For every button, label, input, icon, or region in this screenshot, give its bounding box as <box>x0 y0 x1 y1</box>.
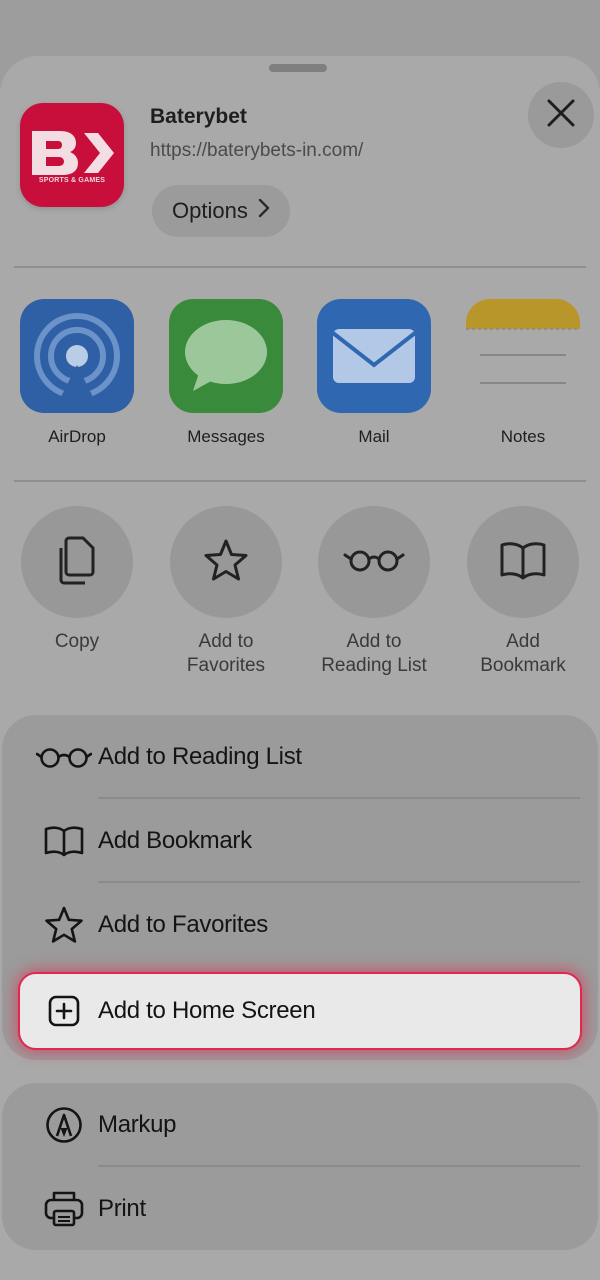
chevron-right-icon <box>258 198 270 224</box>
share-app-messages[interactable]: Messages <box>169 299 283 447</box>
book-icon <box>499 540 547 585</box>
action-label: Copy <box>54 631 100 652</box>
action-add-bookmark[interactable]: Add Bookmark <box>466 506 580 678</box>
menu-item-label: Markup <box>98 1111 177 1138</box>
share-app-label: Messages <box>187 427 265 446</box>
menu-item-add-to-favorites[interactable]: Add to Favorites <box>2 883 598 967</box>
menu-item-label: Print <box>98 1195 146 1222</box>
share-app-airdrop[interactable]: AirDrop <box>20 299 134 447</box>
menu-item-add-to-reading-list[interactable]: Add to Reading List <box>2 715 598 799</box>
menu-item-label: Add to Reading List <box>98 743 302 770</box>
markup-icon <box>40 1083 88 1167</box>
glasses-icon <box>343 547 405 578</box>
action-label: Add to Reading List <box>321 631 427 676</box>
app-icon: SPORTS & GAMES <box>20 103 124 207</box>
app-url: https://baterybets-in.com/ <box>150 140 364 161</box>
glasses-icon <box>34 715 94 799</box>
menu-item-add-bookmark[interactable]: Add Bookmark <box>2 799 598 883</box>
action-add-to-favorites[interactable]: Add to Favorites <box>169 506 283 678</box>
app-icon-caption: SPORTS & GAMES <box>38 177 106 184</box>
messages-icon <box>169 299 283 413</box>
plus-square-icon <box>44 974 84 1048</box>
book-icon <box>40 799 88 883</box>
share-app-mail[interactable]: Mail <box>317 299 431 447</box>
action-label: Add Bookmark <box>480 631 566 676</box>
divider <box>14 266 586 268</box>
app-name: Baterybet <box>150 105 247 128</box>
share-app-label: Mail <box>358 427 390 446</box>
share-app-label: AirDrop <box>48 427 106 446</box>
menu-item-markup[interactable]: Markup <box>2 1083 598 1167</box>
share-app-notes[interactable]: Notes <box>466 299 580 447</box>
share-app-label: Notes <box>500 427 546 446</box>
close-button[interactable] <box>528 82 594 148</box>
menu-item-label: Add to Favorites <box>98 911 268 938</box>
printer-icon <box>40 1167 88 1250</box>
star-icon <box>203 538 249 587</box>
close-icon <box>546 98 576 133</box>
menu-item-label: Add Bookmark <box>98 827 252 854</box>
action-copy[interactable]: Copy <box>20 506 134 654</box>
menu-group-secondary: Markup Print <box>2 1083 598 1250</box>
menu-item-add-to-home-screen[interactable]: Add to Home Screen <box>18 972 582 1050</box>
star-icon <box>40 883 88 967</box>
copy-icon <box>55 534 99 591</box>
share-sheet: SPORTS & GAMES Baterybet https://bateryb… <box>0 56 600 1280</box>
sheet-grabber[interactable] <box>269 64 327 72</box>
divider <box>14 480 586 482</box>
notes-icon <box>466 299 580 413</box>
mail-icon <box>317 299 431 413</box>
menu-item-print[interactable]: Print <box>2 1167 598 1250</box>
airdrop-icon <box>20 299 134 413</box>
options-button[interactable]: Options <box>152 185 290 237</box>
action-label: Add to Favorites <box>186 631 266 676</box>
options-label: Options <box>172 198 248 223</box>
action-add-to-reading-list[interactable]: Add to Reading List <box>317 506 431 678</box>
menu-item-label: Add to Home Screen <box>98 997 316 1024</box>
